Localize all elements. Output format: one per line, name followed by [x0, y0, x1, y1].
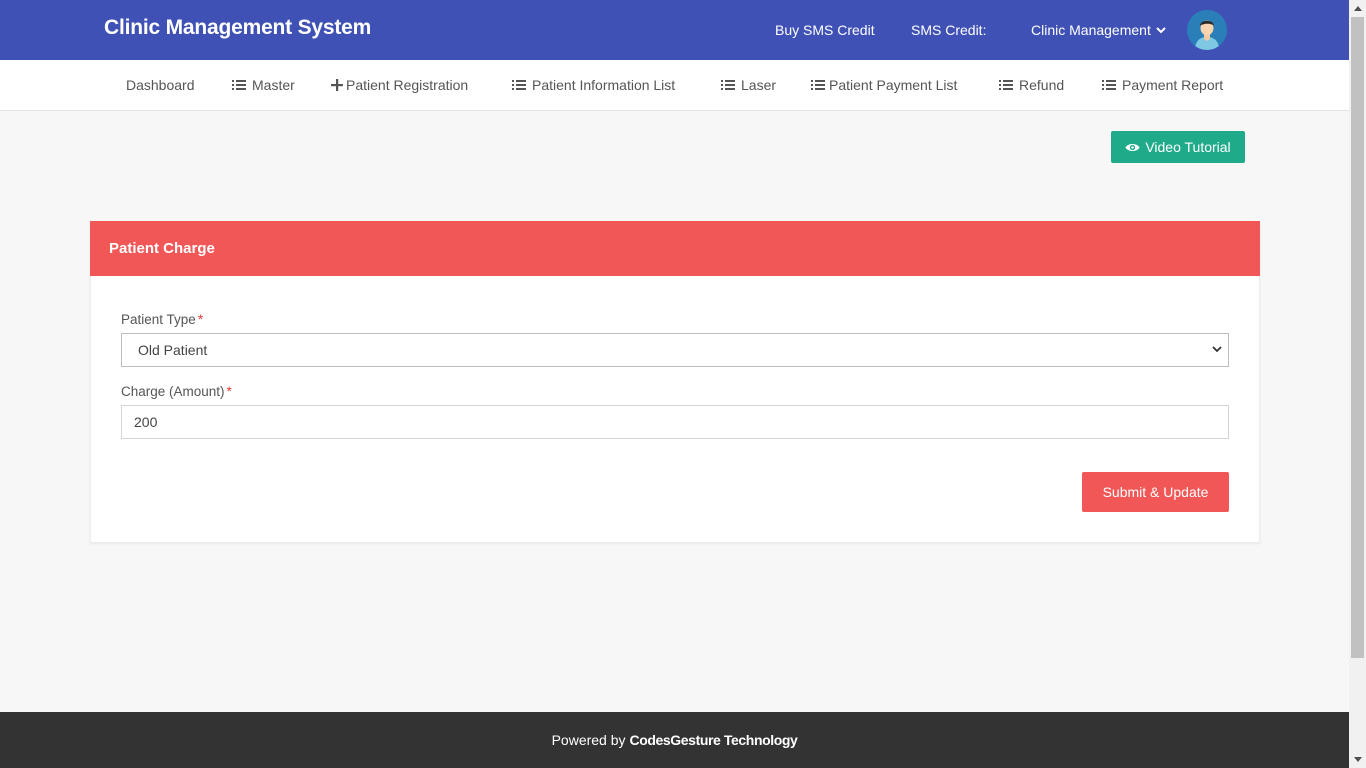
- video-tutorial-label: Video Tutorial: [1145, 139, 1231, 155]
- list-icon: [232, 80, 246, 90]
- patient-charge-card: Patient Charge Patient Type * Old Patient…: [90, 221, 1260, 543]
- patient-type-label: Patient Type *: [121, 312, 203, 327]
- chevron-down-icon: [1212, 346, 1222, 353]
- list-icon: [999, 80, 1013, 90]
- charge-amount-label-text: Charge (Amount): [121, 384, 225, 399]
- nav-label: Master: [252, 77, 295, 93]
- scroll-up-arrow[interactable]: [1349, 0, 1366, 17]
- chevron-down-icon: [1156, 27, 1166, 34]
- nav-label: Laser: [741, 77, 777, 93]
- nav-label: Patient Registration: [346, 77, 469, 93]
- eye-icon: [1125, 143, 1140, 151]
- charge-amount-input[interactable]: 200: [121, 405, 1229, 439]
- user-menu-dropdown[interactable]: Clinic Management: [1031, 22, 1166, 38]
- nav-patient-registration[interactable]: Patient Registration: [331, 77, 468, 93]
- required-mark: *: [226, 384, 232, 399]
- arrow-down-icon: [1353, 757, 1362, 762]
- vertical-scrollbar[interactable]: [1349, 0, 1366, 768]
- buy-sms-credit-link[interactable]: Buy SMS Credit: [775, 22, 875, 38]
- user-menu-label: Clinic Management: [1031, 22, 1151, 38]
- patient-type-select[interactable]: Old Patient: [121, 333, 1229, 367]
- plus-icon: [331, 79, 343, 91]
- list-icon: [512, 80, 526, 90]
- avatar[interactable]: [1187, 10, 1227, 50]
- list-icon: [1102, 80, 1116, 90]
- nav-label: Refund: [1019, 77, 1065, 93]
- main-nav: Dashboard Master Patient Registration Pa…: [0, 60, 1349, 111]
- patient-type-label-text: Patient Type: [121, 312, 196, 327]
- submit-update-button[interactable]: Submit & Update: [1082, 472, 1229, 512]
- required-mark: *: [197, 312, 204, 327]
- nav-dashboard[interactable]: Dashboard: [126, 77, 195, 93]
- arrow-up-icon: [1353, 6, 1362, 11]
- card-title: Patient Charge: [109, 240, 215, 257]
- footer-company-link[interactable]: CodesGesture Technology: [630, 732, 798, 748]
- nav-label: Patient Information List: [532, 77, 676, 93]
- nav-master[interactable]: Master: [232, 77, 295, 93]
- charge-amount-label: Charge (Amount) *: [121, 384, 232, 399]
- nav-payment-report[interactable]: Payment Report: [1102, 77, 1223, 93]
- nav-label: Payment Report: [1122, 77, 1224, 93]
- scroll-thumb[interactable]: [1351, 17, 1364, 658]
- footer: Powered by CodesGesture Technology: [0, 712, 1349, 768]
- nav-label: Patient Payment List: [829, 77, 958, 93]
- nav-refund[interactable]: Refund: [999, 77, 1064, 93]
- nav-label: Dashboard: [126, 77, 195, 93]
- nav-laser[interactable]: Laser: [721, 77, 776, 93]
- nav-patient-payment-list[interactable]: Patient Payment List: [811, 77, 957, 93]
- list-icon: [721, 80, 735, 90]
- video-tutorial-button[interactable]: Video Tutorial: [1111, 131, 1245, 163]
- list-icon: [811, 80, 825, 90]
- card-header: Patient Charge: [90, 221, 1260, 276]
- brand-title[interactable]: Clinic Management System: [104, 16, 371, 40]
- footer-prefix: Powered by: [551, 732, 626, 748]
- sms-credit-label: SMS Credit:: [911, 22, 987, 38]
- top-bar: Clinic Management System Buy SMS Credit …: [0, 0, 1349, 60]
- scroll-down-arrow[interactable]: [1349, 751, 1366, 768]
- user-avatar-icon: [1187, 10, 1227, 50]
- nav-patient-information-list[interactable]: Patient Information List: [512, 77, 675, 93]
- patient-type-value: Old Patient: [138, 342, 208, 358]
